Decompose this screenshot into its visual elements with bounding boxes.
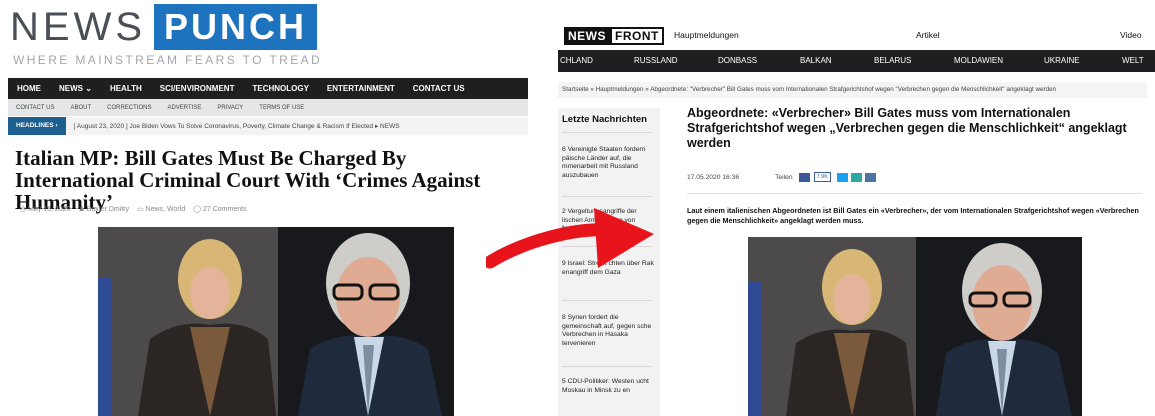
headlines-ticker-text[interactable]: [ August 23, 2020 ] Joe Biden Vows To So… — [66, 122, 400, 130]
logo-punch-text: PUNCH — [154, 4, 318, 50]
article-comments[interactable]: ◯ 27 Comments — [193, 205, 246, 213]
region-item-belarus[interactable]: BELARUS — [874, 50, 911, 72]
twitter-share-icon[interactable] — [836, 172, 848, 182]
newspunch-logo[interactable]: NEWS PUNCH — [10, 4, 318, 50]
region-item-donbass[interactable]: DONBASS — [718, 50, 757, 72]
share-label: Teilen — [775, 173, 793, 181]
newspunch-page: NEWS PUNCH WHERE MAINSTREAM FEARS TO TRE… — [0, 0, 532, 416]
article-photo — [748, 237, 1082, 416]
top-bar: NEWS FRONT Hauptmeldungen Artikel Video — [558, 24, 1155, 48]
logo-news-text: NEWS — [564, 27, 610, 45]
nav-item-sci-environment[interactable]: SCI/ENVIRONMENT — [151, 78, 244, 99]
top-link-artikel[interactable]: Artikel — [916, 30, 940, 40]
sidebar-heading: Letzte Nachrichten — [562, 114, 647, 125]
vk-share-icon[interactable] — [850, 172, 862, 182]
subnav-item-corrections[interactable]: CORRECTIONS — [99, 105, 159, 111]
article-categories[interactable]: ▭ News, World — [137, 205, 185, 213]
subnav-item-contact[interactable]: CONTACT US — [8, 105, 62, 111]
article-author[interactable]: ♟ Baxter Dmitry — [78, 205, 129, 213]
red-arrow-icon — [486, 208, 654, 269]
article-photo — [98, 227, 454, 416]
subnav-item-privacy[interactable]: PRIVACY — [209, 105, 251, 111]
nav-item-health[interactable]: HEALTH — [101, 78, 151, 99]
headlines-ticker: HEADLINES › [ August 23, 2020 ] Joe Bide… — [8, 117, 528, 135]
article-date: 17.05.2020 16:36 — [687, 173, 740, 181]
main-nav: HOME NEWS ⌄ HEALTH SCI/ENVIRONMENT TECHN… — [8, 78, 528, 99]
region-nav: CHLAND RUSSLAND DONBASS BALKAN BELARUS M… — [558, 50, 1155, 72]
secondary-nav: CONTACT US ABOUT CORRECTIONS ADVERTISE P… — [8, 99, 528, 116]
subnav-item-about[interactable]: ABOUT — [62, 105, 99, 111]
region-item-ukraine[interactable]: UKRAINE — [1044, 50, 1080, 72]
share-count-badge: 7.9K — [813, 172, 831, 182]
region-item-moldawien[interactable]: MOLDAWIEN — [954, 50, 1003, 72]
nav-item-contact-us[interactable]: CONTACT US — [404, 78, 474, 99]
article-lead: Laut einem italienischen Abgeordneten is… — [687, 206, 1139, 225]
region-item-deutschland[interactable]: CHLAND — [560, 50, 593, 72]
sidebar-divider — [562, 196, 652, 197]
logo-news-text: NEWS — [10, 5, 146, 49]
article-date: ◷ May 15, 2020 — [20, 206, 71, 213]
nav-item-technology[interactable]: TECHNOLOGY — [243, 78, 317, 99]
article-title: Italian MP: Bill Gates Must Be Charged B… — [15, 146, 481, 214]
nav-item-home[interactable]: HOME — [8, 78, 50, 99]
logo-front-text: FRONT — [610, 27, 664, 45]
facebook-share-icon[interactable] — [798, 172, 810, 182]
article-meta: ◷ May 15, 2020 ♟ Baxter Dmitry ▭ News, W… — [20, 205, 247, 213]
sidebar-news-item[interactable]: 5 CDU-Politiker: Westen ucht Moskau in M… — [562, 378, 658, 395]
region-item-welt[interactable]: WELT — [1122, 50, 1144, 72]
region-item-balkan[interactable]: BALKAN — [800, 50, 832, 72]
nav-item-news[interactable]: NEWS ⌄ — [50, 78, 101, 99]
divider — [687, 193, 1142, 194]
breadcrumb[interactable]: Startseite » Hauptmeldungen » Abgeordnet… — [558, 82, 1147, 98]
newsfront-logo[interactable]: NEWS FRONT — [564, 26, 664, 46]
subnav-item-terms[interactable]: TERMS OF USE — [251, 105, 312, 111]
site-tagline: WHERE MAINSTREAM FEARS TO TREAD — [13, 53, 323, 67]
sidebar-divider — [562, 300, 652, 301]
sidebar-divider — [562, 132, 652, 133]
top-link-hauptmeldungen[interactable]: Hauptmeldungen — [674, 30, 739, 40]
sidebar-news-item[interactable]: 8 Syrien fordert die gemeinschaft auf, g… — [562, 314, 658, 348]
region-item-russland[interactable]: RUSSLAND — [634, 50, 678, 72]
subnav-item-advertise[interactable]: ADVERTISE — [159, 105, 209, 111]
sidebar-divider — [562, 366, 652, 367]
article-meta: 17.05.2020 16:36 Teilen 7.9K — [687, 171, 1142, 183]
sidebar-news-item[interactable]: 6 Vereinigte Staaten fordern päische Län… — [562, 146, 658, 180]
nav-item-entertainment[interactable]: ENTERTAINMENT — [318, 78, 404, 99]
article-title: Abgeordnete: «Verbrecher» Bill Gates mus… — [687, 106, 1127, 150]
messenger-share-icon[interactable] — [864, 172, 876, 182]
top-link-video[interactable]: Video — [1120, 30, 1142, 40]
headlines-badge: HEADLINES › — [8, 117, 66, 135]
